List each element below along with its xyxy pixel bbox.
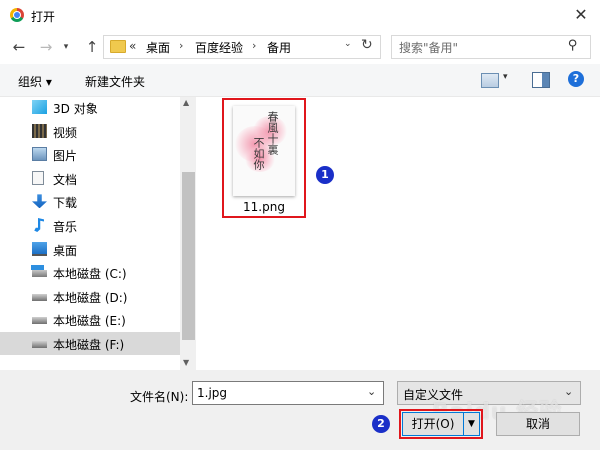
window-title: 打开 <box>31 10 56 24</box>
sidebar-item-label: 文档 <box>53 172 78 187</box>
sidebar-item[interactable]: 3D 对象 <box>0 96 180 119</box>
sidebar-item[interactable]: 本地磁盘 (F:) <box>0 332 180 355</box>
sidebar-item-label: 音乐 <box>53 220 78 234</box>
folder-icon <box>110 40 126 53</box>
sidebar-item[interactable]: 下载 <box>0 190 180 213</box>
drive-icon <box>32 293 47 301</box>
filename-dropdown-icon[interactable]: ⌄ <box>367 385 376 398</box>
sidebar-item[interactable]: 本地磁盘 (E:) <box>0 308 180 331</box>
drive-icon <box>32 317 47 325</box>
view-options-chevron-icon[interactable]: ▾ <box>503 72 508 82</box>
search-icon[interactable]: ⚲ <box>568 38 578 53</box>
video-icon <box>32 123 47 138</box>
address-bar[interactable]: « 桌面 › 百度经验 › 备用 ⌄ ↻ <box>103 35 381 59</box>
breadcrumb-separator[interactable]: › <box>252 39 256 52</box>
sidebar-item-label: 下载 <box>53 196 78 211</box>
music-icon <box>34 218 44 232</box>
step-badge-2: 2 <box>372 415 390 433</box>
breadcrumb-backup[interactable]: 备用 <box>267 39 291 56</box>
sidebar-item-label: 图片 <box>53 149 78 164</box>
breadcrumb-overflow[interactable]: « <box>129 39 136 53</box>
file-thumbnail[interactable]: 春風十裏 不如你 <box>233 106 295 196</box>
poem-line-2: 不如你 <box>252 137 265 170</box>
recent-locations-chevron-icon[interactable]: ▾ <box>60 37 72 57</box>
preview-pane-icon[interactable] <box>532 72 550 88</box>
thumbnail-poem: 春風十裏 不如你 <box>233 109 295 195</box>
sidebar-item[interactable]: 本地磁盘 (C:) <box>0 261 180 284</box>
breadcrumb-desktop[interactable]: 桌面 <box>146 39 170 56</box>
file-name-label[interactable]: 11.png <box>222 200 306 214</box>
sidebar-item[interactable]: 视频 <box>0 120 180 143</box>
organize-button[interactable]: 组织 ▾ <box>18 73 52 90</box>
search-input[interactable]: 搜索"备用" ⚲ <box>391 35 591 59</box>
search-placeholder: 搜索"备用" <box>399 41 459 55</box>
breadcrumb-separator[interactable]: › <box>179 39 183 52</box>
sidebar-item[interactable]: 桌面 <box>0 238 180 261</box>
new-folder-button[interactable]: 新建文件夹 <box>85 73 145 90</box>
sidebar-item-label: 本地磁盘 (C:) <box>53 267 127 282</box>
open-button[interactable]: 打开(O) <box>402 412 464 436</box>
filetype-dropdown-icon[interactable]: ⌄ <box>564 385 573 398</box>
sidebar-item[interactable]: 图片 <box>0 143 180 166</box>
sidebar-item[interactable]: 音乐 <box>0 214 180 237</box>
help-icon[interactable]: ? <box>568 71 584 87</box>
title-bar <box>0 0 600 31</box>
up-arrow-icon[interactable]: ↑ <box>82 37 102 57</box>
refresh-icon[interactable]: ↻ <box>361 37 373 53</box>
sidebar-item[interactable]: 文档 <box>0 167 180 190</box>
drive-icon <box>32 341 47 348</box>
sidebar-item-label: 桌面 <box>53 243 78 258</box>
scroll-up-arrow-icon[interactable]: ▲ <box>183 98 189 107</box>
back-arrow-icon[interactable]: ← <box>9 37 29 57</box>
pictures-icon <box>32 147 47 162</box>
sidebar-item-label: 3D 对象 <box>53 102 98 116</box>
change-view-icon[interactable] <box>481 73 499 88</box>
chrome-app-icon <box>10 8 24 22</box>
filename-input[interactable]: 1.jpg ⌄ <box>192 381 384 405</box>
cancel-button[interactable]: 取消 <box>496 412 580 436</box>
desktop-icon <box>32 241 47 256</box>
nav-scrollbar-thumb[interactable] <box>182 172 195 340</box>
filename-value[interactable]: 1.jpg <box>197 386 227 400</box>
forward-arrow-icon[interactable]: → <box>36 37 56 57</box>
step-badge-1: 1 <box>316 166 334 184</box>
poem-line-1: 春風十裏 <box>266 111 279 155</box>
scroll-down-arrow-icon[interactable]: ▼ <box>183 358 189 367</box>
download-icon <box>32 194 47 209</box>
sidebar-item-label: 本地磁盘 (D:) <box>53 290 128 305</box>
sidebar-item-label: 视频 <box>53 125 78 140</box>
documents-icon <box>32 170 44 185</box>
close-button[interactable]: ✕ <box>568 3 594 27</box>
sidebar-item-label: 本地磁盘 (E:) <box>53 314 126 329</box>
filename-label: 文件名(N): <box>130 390 189 404</box>
cube-3d-icon <box>32 100 47 114</box>
open-split-arrow-icon[interactable]: ▼ <box>464 412 480 436</box>
sidebar-item[interactable]: 本地磁盘 (D:) <box>0 285 180 308</box>
breadcrumb-baidu-jingyan[interactable]: 百度经验 <box>195 39 243 56</box>
sidebar-item-label: 本地磁盘 (F:) <box>53 338 125 352</box>
windows-drive-icon <box>32 270 47 278</box>
address-dropdown-icon[interactable]: ⌄ <box>344 39 352 49</box>
